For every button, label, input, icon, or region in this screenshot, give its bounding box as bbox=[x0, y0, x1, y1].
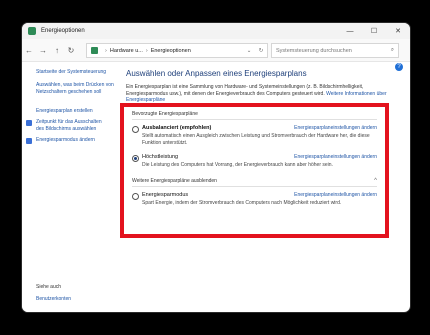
plan-saver-name: Energiesparmodus bbox=[142, 192, 189, 198]
divider bbox=[132, 186, 377, 187]
radio-power-saver[interactable] bbox=[132, 193, 139, 200]
plan-saver-desc: Spart Energie, indem der Stromverbrauch … bbox=[142, 200, 342, 206]
sidebar-item-sleep[interactable]: Energiesparmodus ändern bbox=[36, 137, 95, 144]
sidebar-item-user-accounts[interactable]: Benutzerkonten bbox=[36, 296, 71, 303]
window-title: Energieoptionen bbox=[41, 28, 85, 34]
plan-high-name: Höchstleistung bbox=[142, 154, 179, 160]
maximize-button[interactable]: ☐ bbox=[362, 23, 386, 39]
sidebar-item-create-plan[interactable]: Energiesparplan erstellen bbox=[36, 108, 93, 115]
divider bbox=[132, 119, 377, 120]
sidebar-item-display-off[interactable]: Zeitpunkt für das Ausschalten des Bildsc… bbox=[36, 119, 110, 132]
plan-balanced-settings-link[interactable]: Energiesparplaneinstellungen ändern bbox=[294, 125, 377, 131]
chevron-up-icon[interactable]: ^ bbox=[374, 178, 377, 184]
search-input[interactable]: Systemsteuerung durchsuchen ⌕ bbox=[271, 43, 399, 58]
search-placeholder: Systemsteuerung durchsuchen bbox=[276, 47, 352, 54]
minimize-button[interactable]: — bbox=[338, 23, 362, 39]
chevron-down-icon[interactable]: ⌄ bbox=[243, 48, 255, 54]
breadcrumb-hardware[interactable]: Hardware u... bbox=[110, 48, 143, 54]
plan-high-desc: Die Leistung des Computers hat Vorrang, … bbox=[142, 162, 333, 168]
highlight-frame: Bevorzugte Energiesparpläne Ausbalancier… bbox=[120, 103, 389, 238]
preferred-plans-title: Bevorzugte Energiesparpläne bbox=[132, 111, 198, 117]
plan-saver-settings-link[interactable]: Energiesparplaneinstellungen ändern bbox=[294, 192, 377, 198]
control-panel-icon bbox=[28, 27, 36, 35]
address-bar[interactable]: › Hardware u... › Energieoptionen ⌄ ↻ bbox=[86, 43, 268, 58]
plan-balanced-desc: Stellt automatisch einen Ausgleich zwisc… bbox=[142, 133, 370, 146]
sidebar-item-power-buttons[interactable]: Auswählen, was beim Drücken von Netzscha… bbox=[36, 82, 114, 95]
back-arrow-icon[interactable]: ← bbox=[22, 46, 36, 55]
sidebar: Startseite der Systemsteuerung Auswählen… bbox=[22, 62, 115, 312]
breadcrumb-energieoptionen[interactable]: Energieoptionen bbox=[151, 48, 191, 54]
sidebar-item-home[interactable]: Startseite der Systemsteuerung bbox=[36, 69, 106, 76]
recent-refresh-icon[interactable]: ↻ bbox=[64, 46, 78, 55]
monitor-icon bbox=[26, 120, 32, 126]
up-arrow-icon[interactable]: ↑ bbox=[50, 46, 64, 55]
main-content: Auswählen oder Anpassen eines Energiespa… bbox=[126, 69, 400, 103]
plan-high-settings-link[interactable]: Energiesparplaneinstellungen ändern bbox=[294, 154, 377, 160]
see-also-label: Siehe auch bbox=[36, 284, 62, 290]
search-icon[interactable]: ⌕ bbox=[391, 47, 394, 54]
forward-arrow-icon[interactable]: → bbox=[36, 46, 50, 55]
radio-balanced[interactable] bbox=[132, 126, 139, 133]
energy-options-window: Energieoptionen — ☐ ✕ ← → ↑ ↻ › Hardware… bbox=[22, 23, 410, 312]
moon-icon bbox=[26, 138, 32, 144]
chevron-right-icon: › bbox=[145, 47, 148, 54]
page-title: Auswählen oder Anpassen eines Energiespa… bbox=[126, 69, 307, 78]
hide-more-plans-toggle[interactable]: Weitere Energiesparpläne ausblenden bbox=[132, 178, 217, 184]
refresh-icon[interactable]: ↻ bbox=[255, 48, 267, 54]
chevron-right-icon: › bbox=[105, 47, 107, 54]
folder-icon bbox=[91, 47, 98, 54]
title-bar: Energieoptionen — ☐ ✕ bbox=[22, 23, 410, 39]
plan-balanced-name: Ausbalanciert (empfohlen) bbox=[142, 125, 212, 131]
radio-high-performance[interactable] bbox=[132, 155, 139, 162]
close-button[interactable]: ✕ bbox=[386, 23, 410, 39]
intro-text: Ein Energiesparplan ist eine Sammlung vo… bbox=[126, 84, 396, 104]
